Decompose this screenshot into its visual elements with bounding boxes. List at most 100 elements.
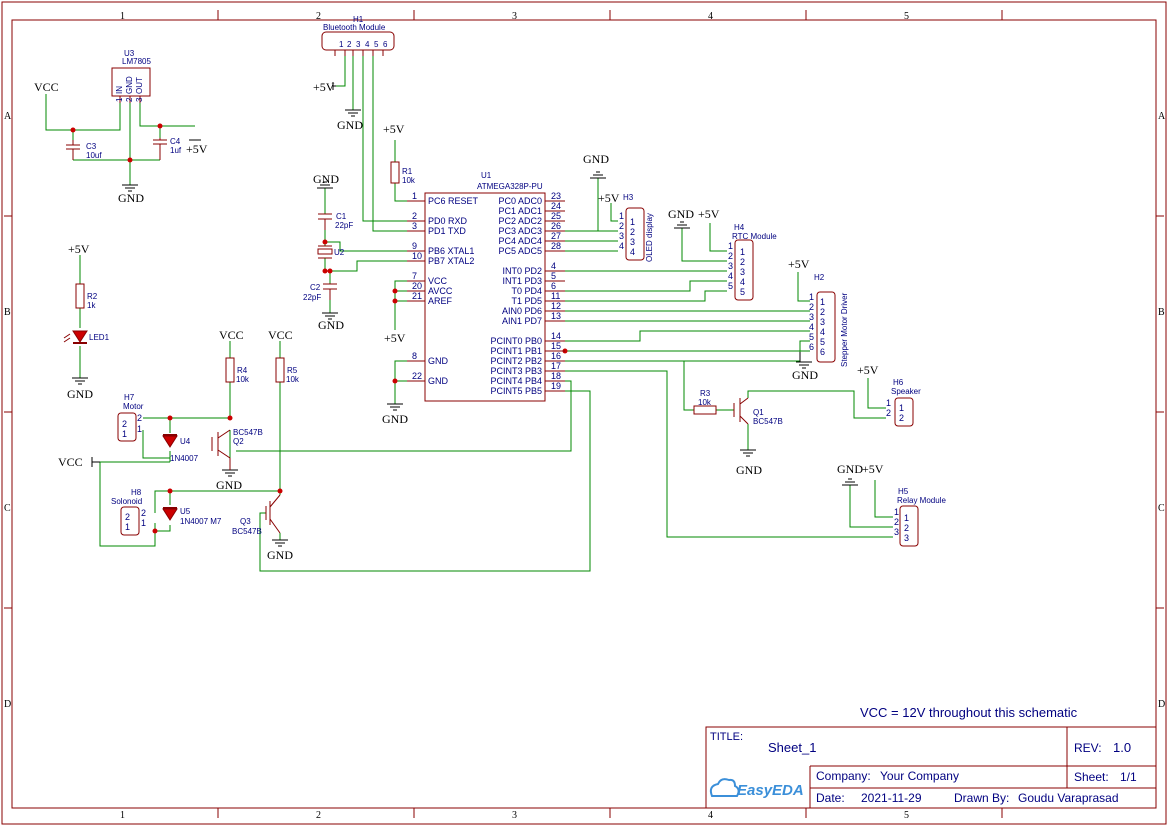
u1-right-pin-num: 24: [551, 201, 561, 211]
h8-value: Solonoid: [111, 497, 142, 506]
h3-pin-1-num: 1: [619, 211, 624, 221]
h3-pin-4-num: 4: [619, 241, 624, 251]
p5v-label-speaker: +5V: [857, 363, 879, 377]
h7-pin-2-num: 2: [137, 413, 142, 423]
header-h5-relay: H5 Relay Module 1 2 3 1 2 3: [894, 487, 946, 547]
rev-label: REV:: [1074, 741, 1102, 755]
h8-pin-1-num: 1: [141, 518, 146, 528]
h4-pin-4: 4: [740, 277, 745, 287]
u1-right-pin-name: PCINT3 PB3: [490, 366, 542, 376]
u1-right-pin-num: 25: [551, 211, 561, 221]
p5v-label-stepper: +5V: [788, 257, 810, 271]
h3-pin-3-num: 3: [619, 231, 624, 241]
p5v-label-oled: +5V: [598, 191, 620, 205]
r1-value: 10k: [402, 176, 416, 185]
u5-value: 1N4007 M7: [180, 517, 222, 526]
h2-pin-2-num: 2: [809, 302, 814, 312]
p5v-label-rtc: +5V: [698, 207, 720, 221]
vcc-label-regulator: VCC: [34, 80, 59, 94]
col-label-3: 3: [512, 11, 517, 22]
u1-left-pin-num: 20: [412, 281, 422, 291]
note-text: VCC = 12V throughout this schematic: [860, 705, 1078, 720]
h3-pin-4: 4: [630, 247, 635, 257]
h1-value: Bluetooth Module: [323, 23, 386, 32]
u3-pin-num-1: 1: [115, 97, 124, 102]
row-label-d-right: D: [1158, 699, 1165, 710]
u1-left-pin-name: PC6 RESET: [428, 196, 479, 206]
h7-pin-2: 2: [122, 419, 127, 429]
date-value: 2021-11-29: [861, 791, 922, 805]
led1-icon: LED1: [63, 330, 110, 344]
u1-right-pin-num: 13: [551, 311, 561, 321]
u1-right-pin-num: 26: [551, 221, 561, 231]
h2-ref: H2: [814, 273, 825, 282]
q2-value: BC547B: [233, 428, 263, 437]
u1-right-pin-num: 14: [551, 331, 561, 341]
u1-right-pin-num: 5: [551, 271, 556, 281]
h1-pin-6: 6: [383, 40, 388, 49]
gnd-label-regulator: GND: [118, 191, 144, 205]
u1-right-pin-name: PCINT5 PB5: [490, 386, 542, 396]
gnd-label-mcu: GND: [382, 412, 408, 426]
h1-pin-5: 5: [374, 40, 379, 49]
col-label-2-bottom: 2: [316, 810, 321, 821]
h2-pin-6: 6: [820, 347, 825, 357]
u1-right-pin-name: INT1 PD3: [502, 276, 542, 286]
h1-pin-1: 1: [339, 40, 344, 49]
header-h7-motor: H7 Motor 2 1 2 1: [117, 393, 144, 442]
c4-value: 1uf: [170, 146, 182, 155]
title-value: Sheet_1: [768, 740, 816, 755]
h4-value: RTC Module: [732, 232, 777, 241]
resistor-r4: R4 10k: [225, 357, 250, 384]
h3-pin-2-num: 2: [619, 221, 624, 231]
schematic-canvas: 1 2 3 4 5 1 2 3 4 5 A B C D A B C D TITL…: [1, 1, 1167, 825]
col-label-1-bottom: 1: [120, 810, 125, 821]
h5-pin-2: 2: [904, 523, 909, 533]
r2-ref: R2: [87, 292, 98, 301]
c1-ref: C1: [336, 212, 347, 221]
h4-pin-4-num: 4: [728, 271, 733, 281]
u4-ref: U4: [180, 437, 191, 446]
p5v-label-regulator: +5V: [186, 142, 208, 156]
diode-u4: U4 1N4007: [162, 434, 199, 463]
company-label: Company:: [816, 769, 871, 783]
u4-value: 1N4007: [170, 454, 199, 463]
u1-right-pin-name: T0 PD4: [511, 286, 542, 296]
p5v-label-bluetooth: +5V: [313, 80, 335, 94]
h2-pin-1-num: 1: [809, 292, 814, 302]
u1-right-pin-name: PC0 ADC0: [498, 196, 542, 206]
h1-pin-2: 2: [347, 40, 352, 49]
h8-ref: H8: [131, 488, 142, 497]
gnd-label-q1: GND: [736, 463, 762, 477]
u1-right-pin-name: PC3 ADC3: [498, 226, 542, 236]
h5-value: Relay Module: [897, 496, 946, 505]
u1-right-pin-name: INT0 PD2: [502, 266, 542, 276]
company-value: Your Company: [880, 769, 959, 783]
gnd-label-relay: GND: [837, 462, 863, 476]
u1-left-pin-num: 2: [412, 211, 417, 221]
u1-right-pin-num: 23: [551, 191, 561, 201]
q1-value: BC547B: [753, 417, 783, 426]
col-label-1: 1: [120, 11, 125, 22]
h8-pin-2: 2: [125, 512, 130, 522]
u1-right-pin-name: PC4 ADC4: [498, 236, 542, 246]
h7-ref: H7: [124, 393, 135, 402]
h2-pin-4: 4: [820, 327, 825, 337]
p5v-label-led: +5V: [68, 242, 90, 256]
c2-value: 22pF: [303, 293, 321, 302]
row-label-b: B: [4, 307, 11, 318]
resistor-r1: R1 10k: [390, 161, 416, 185]
q1-ref: Q1: [753, 408, 764, 417]
h4-pin-1: 1: [740, 247, 745, 257]
gnd-label-stepper: GND: [792, 368, 818, 382]
crystal-u2: U2: [317, 245, 345, 259]
h6-pin-1-num: 1: [886, 398, 891, 408]
h5-ref: H5: [898, 487, 909, 496]
row-label-d: D: [4, 699, 11, 710]
u1-left-pin-num: 22: [412, 371, 422, 381]
resistor-r3: R3 10k: [693, 389, 717, 415]
gnd-label-crystal-bottom: GND: [318, 318, 344, 332]
r2-value: 1k: [87, 301, 96, 310]
rev-value: 1.0: [1113, 740, 1131, 755]
h5-pin-3: 3: [904, 533, 909, 543]
